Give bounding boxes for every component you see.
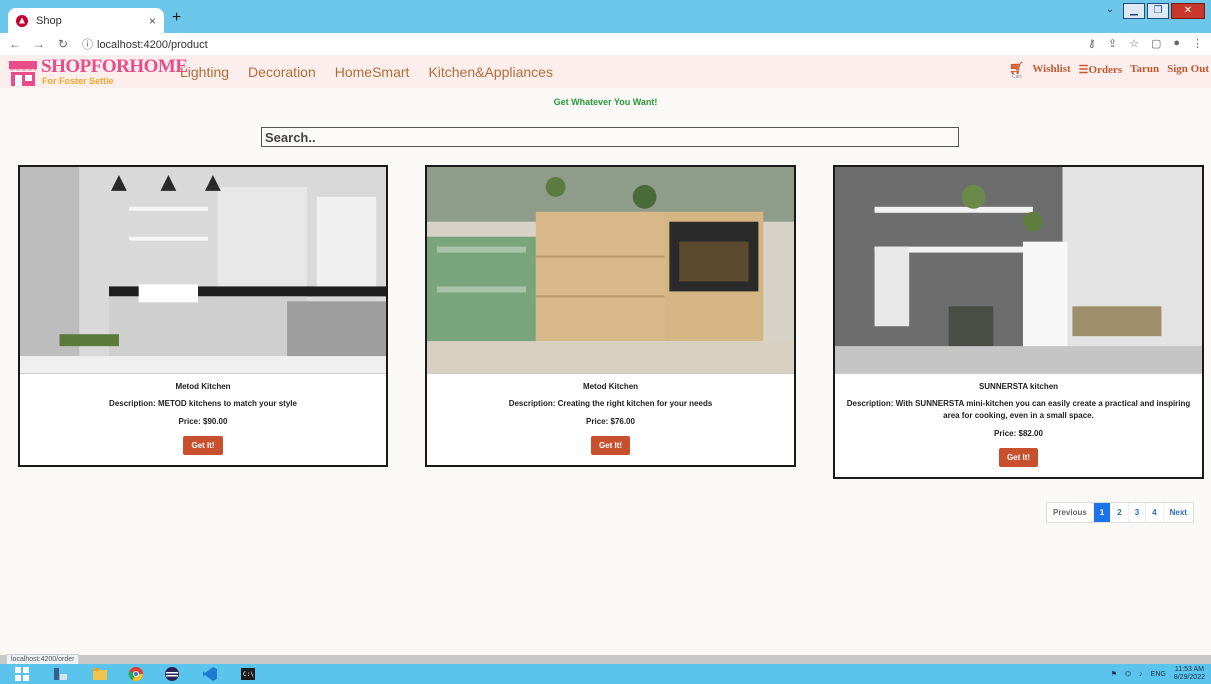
pagination-page-2[interactable]: 2	[1111, 503, 1129, 522]
product-name: SUNNERSTA kitchen	[978, 382, 1059, 391]
account-links: 🛒︎ Cart Wishlist ☰Orders Tarun Sign Out	[1009, 62, 1209, 80]
windows-start-icon[interactable]	[14, 666, 30, 682]
cart-button[interactable]: 🛒︎ Cart	[1009, 62, 1024, 80]
get-it-button[interactable]: Get It!	[590, 436, 631, 455]
sidepanel-icon[interactable]: ▢	[1151, 37, 1161, 50]
product-description: Description: METOD kitchens to match you…	[109, 399, 297, 408]
product-price: Price: $76.00	[586, 417, 635, 426]
nav-link-decoration[interactable]: Decoration	[248, 64, 316, 80]
product-description: Description: With SUNNERSTA mini-kitchen…	[846, 399, 1191, 420]
logo-subtitle: For Foster Settle	[42, 76, 114, 86]
pagination-page-1[interactable]: 1	[1093, 503, 1112, 522]
tab-close-icon[interactable]: ×	[149, 14, 156, 28]
language-indicator[interactable]: ENG	[1151, 671, 1166, 678]
shopforhome-logo[interactable]: SHOPFORHOME For Foster Settle	[8, 57, 188, 87]
nav-link-kitchen-appliances[interactable]: Kitchen&Appliances	[428, 64, 553, 80]
product-name: Metod Kitchen	[175, 382, 231, 391]
profile-icon[interactable]: ●	[1173, 37, 1180, 50]
system-tray: ⚑ ⌬ ♪ ENG 11:53 AM 8/29/2022	[1111, 666, 1205, 682]
logo-text: SHOPFORHOME	[41, 56, 188, 77]
address-bar: ← → ↻ ⓘ localhost:4200/product ⚷ ⇪ ☆ ▢ ● …	[0, 33, 1211, 55]
browser-titlebar: Shop × + ⌄ ▁ ❐ ✕	[0, 0, 1211, 33]
bookmark-star-icon[interactable]: ☆	[1129, 37, 1139, 50]
tab-title: Shop	[36, 14, 62, 27]
back-icon[interactable]: ←	[6, 37, 24, 51]
orders-link[interactable]: ☰Orders	[1079, 62, 1122, 76]
clock[interactable]: 11:53 AM 8/29/2022	[1174, 666, 1205, 682]
windows-taskbar: C:\ ⚑ ⌬ ♪ ENG 11:53 AM 8/29/2022	[0, 664, 1211, 684]
address-bar-actions: ⚷ ⇪ ☆ ▢ ● ⋮	[1088, 37, 1203, 50]
eclipse-icon[interactable]	[164, 666, 180, 682]
product-image	[20, 167, 386, 374]
pagination-previous[interactable]: Previous	[1047, 503, 1094, 522]
sign-out-link[interactable]: Sign Out	[1167, 62, 1209, 75]
key-icon[interactable]: ⚷	[1088, 37, 1096, 50]
pagination-next[interactable]: Next	[1164, 503, 1193, 522]
product-price: Price: $90.00	[178, 417, 228, 426]
tagline: Get Whatever You Want!	[553, 97, 658, 107]
product-price: Price: $82.00	[994, 429, 1043, 438]
storefront-icon	[9, 61, 37, 86]
tab-search-icon[interactable]: ⌄	[1099, 3, 1121, 19]
user-name-link[interactable]: Tarun	[1130, 62, 1159, 75]
product-name: Metod Kitchen	[582, 382, 639, 391]
get-it-button[interactable]: Get It!	[183, 436, 223, 455]
terminal-icon[interactable]: C:\	[240, 666, 256, 682]
nav-link-lighting[interactable]: Lighting	[180, 64, 229, 80]
clock-date: 8/29/2022	[1173, 674, 1205, 681]
minimize-icon[interactable]: ▁	[1123, 3, 1145, 19]
chrome-icon[interactable]	[128, 666, 144, 682]
browser-tab[interactable]: Shop ×	[8, 8, 164, 33]
product-image	[835, 167, 1202, 374]
volume-icon[interactable]: ♪	[1139, 671, 1143, 678]
close-window-icon[interactable]: ✕	[1171, 3, 1205, 19]
file-explorer-icon[interactable]	[92, 666, 108, 682]
new-tab-icon[interactable]: +	[172, 9, 181, 27]
clock-time: 11:53 AM	[1174, 666, 1204, 673]
product-description: Description: Creating the right kitchen …	[508, 399, 713, 408]
restore-icon[interactable]: ❐	[1147, 3, 1169, 19]
pagination-page-4[interactable]: 4	[1146, 503, 1164, 522]
wishlist-link[interactable]: Wishlist	[1032, 62, 1070, 75]
get-it-button[interactable]: Get It!	[998, 448, 1039, 467]
list-icon: ☰	[1078, 64, 1089, 76]
forward-icon[interactable]: →	[30, 37, 48, 51]
window-controls: ⌄ ▁ ❐ ✕	[1099, 3, 1205, 19]
category-nav: Lighting Decoration HomeSmart Kitchen&Ap…	[180, 64, 553, 80]
product-image	[427, 167, 794, 374]
nav-link-homesmart[interactable]: HomeSmart	[335, 64, 410, 80]
vscode-icon[interactable]	[202, 666, 218, 682]
flag-icon[interactable]: ⚑	[1111, 670, 1117, 678]
angular-favicon-icon	[16, 14, 28, 27]
product-card: Metod Kitchen Description: Creating the …	[425, 165, 796, 467]
reload-icon[interactable]: ↻	[54, 37, 72, 51]
pagination-page-3[interactable]: 3	[1129, 503, 1147, 522]
site-info-icon[interactable]: ⓘ	[82, 39, 93, 51]
search-input[interactable]	[261, 127, 959, 147]
pagination: Previous 1 2 3 4 Next	[1046, 502, 1194, 523]
product-card: SUNNERSTA kitchen Description: With SUNN…	[833, 165, 1204, 479]
cart-label: Cart	[1012, 74, 1022, 80]
app-header: SHOPFORHOME For Foster Settle Lighting D…	[0, 55, 1211, 88]
orders-label: Orders	[1088, 64, 1123, 76]
svg-text:C:\: C:\	[243, 671, 254, 678]
cart-icon: 🛒︎	[1009, 61, 1025, 75]
server-manager-icon[interactable]	[52, 666, 68, 682]
network-icon[interactable]: ⌬	[1125, 670, 1131, 678]
url-field[interactable]: ⓘ localhost:4200/product	[82, 36, 208, 52]
share-icon[interactable]: ⇪	[1108, 37, 1117, 50]
menu-kebab-icon[interactable]: ⋮	[1192, 37, 1203, 50]
horizontal-scrollbar[interactable]	[0, 655, 1211, 664]
url-text: localhost:4200/product	[97, 39, 208, 51]
product-card: Metod Kitchen Description: METOD kitchen…	[18, 165, 388, 467]
